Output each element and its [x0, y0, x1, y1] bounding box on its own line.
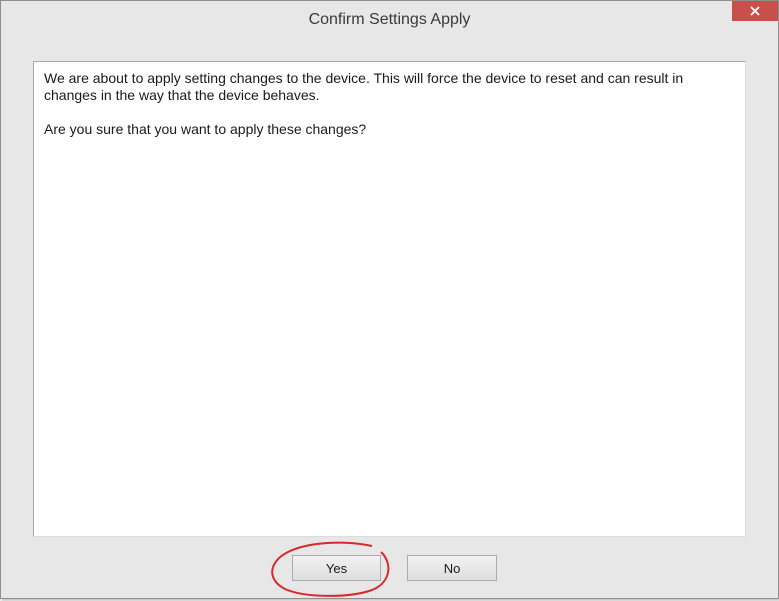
- yes-button[interactable]: Yes: [292, 555, 381, 581]
- no-button[interactable]: No: [407, 555, 497, 581]
- message-panel: We are about to apply setting changes to…: [33, 61, 746, 537]
- message-text: We are about to apply setting changes to…: [44, 70, 684, 103]
- dialog-title: Confirm Settings Apply: [308, 11, 471, 28]
- close-icon: [750, 6, 760, 16]
- close-button[interactable]: [732, 1, 778, 21]
- confirm-dialog-window: Confirm Settings Apply We are about to a…: [0, 0, 779, 599]
- title-bar[interactable]: Confirm Settings Apply: [1, 1, 778, 39]
- confirmation-question: Are you sure that you want to apply thes…: [44, 121, 367, 137]
